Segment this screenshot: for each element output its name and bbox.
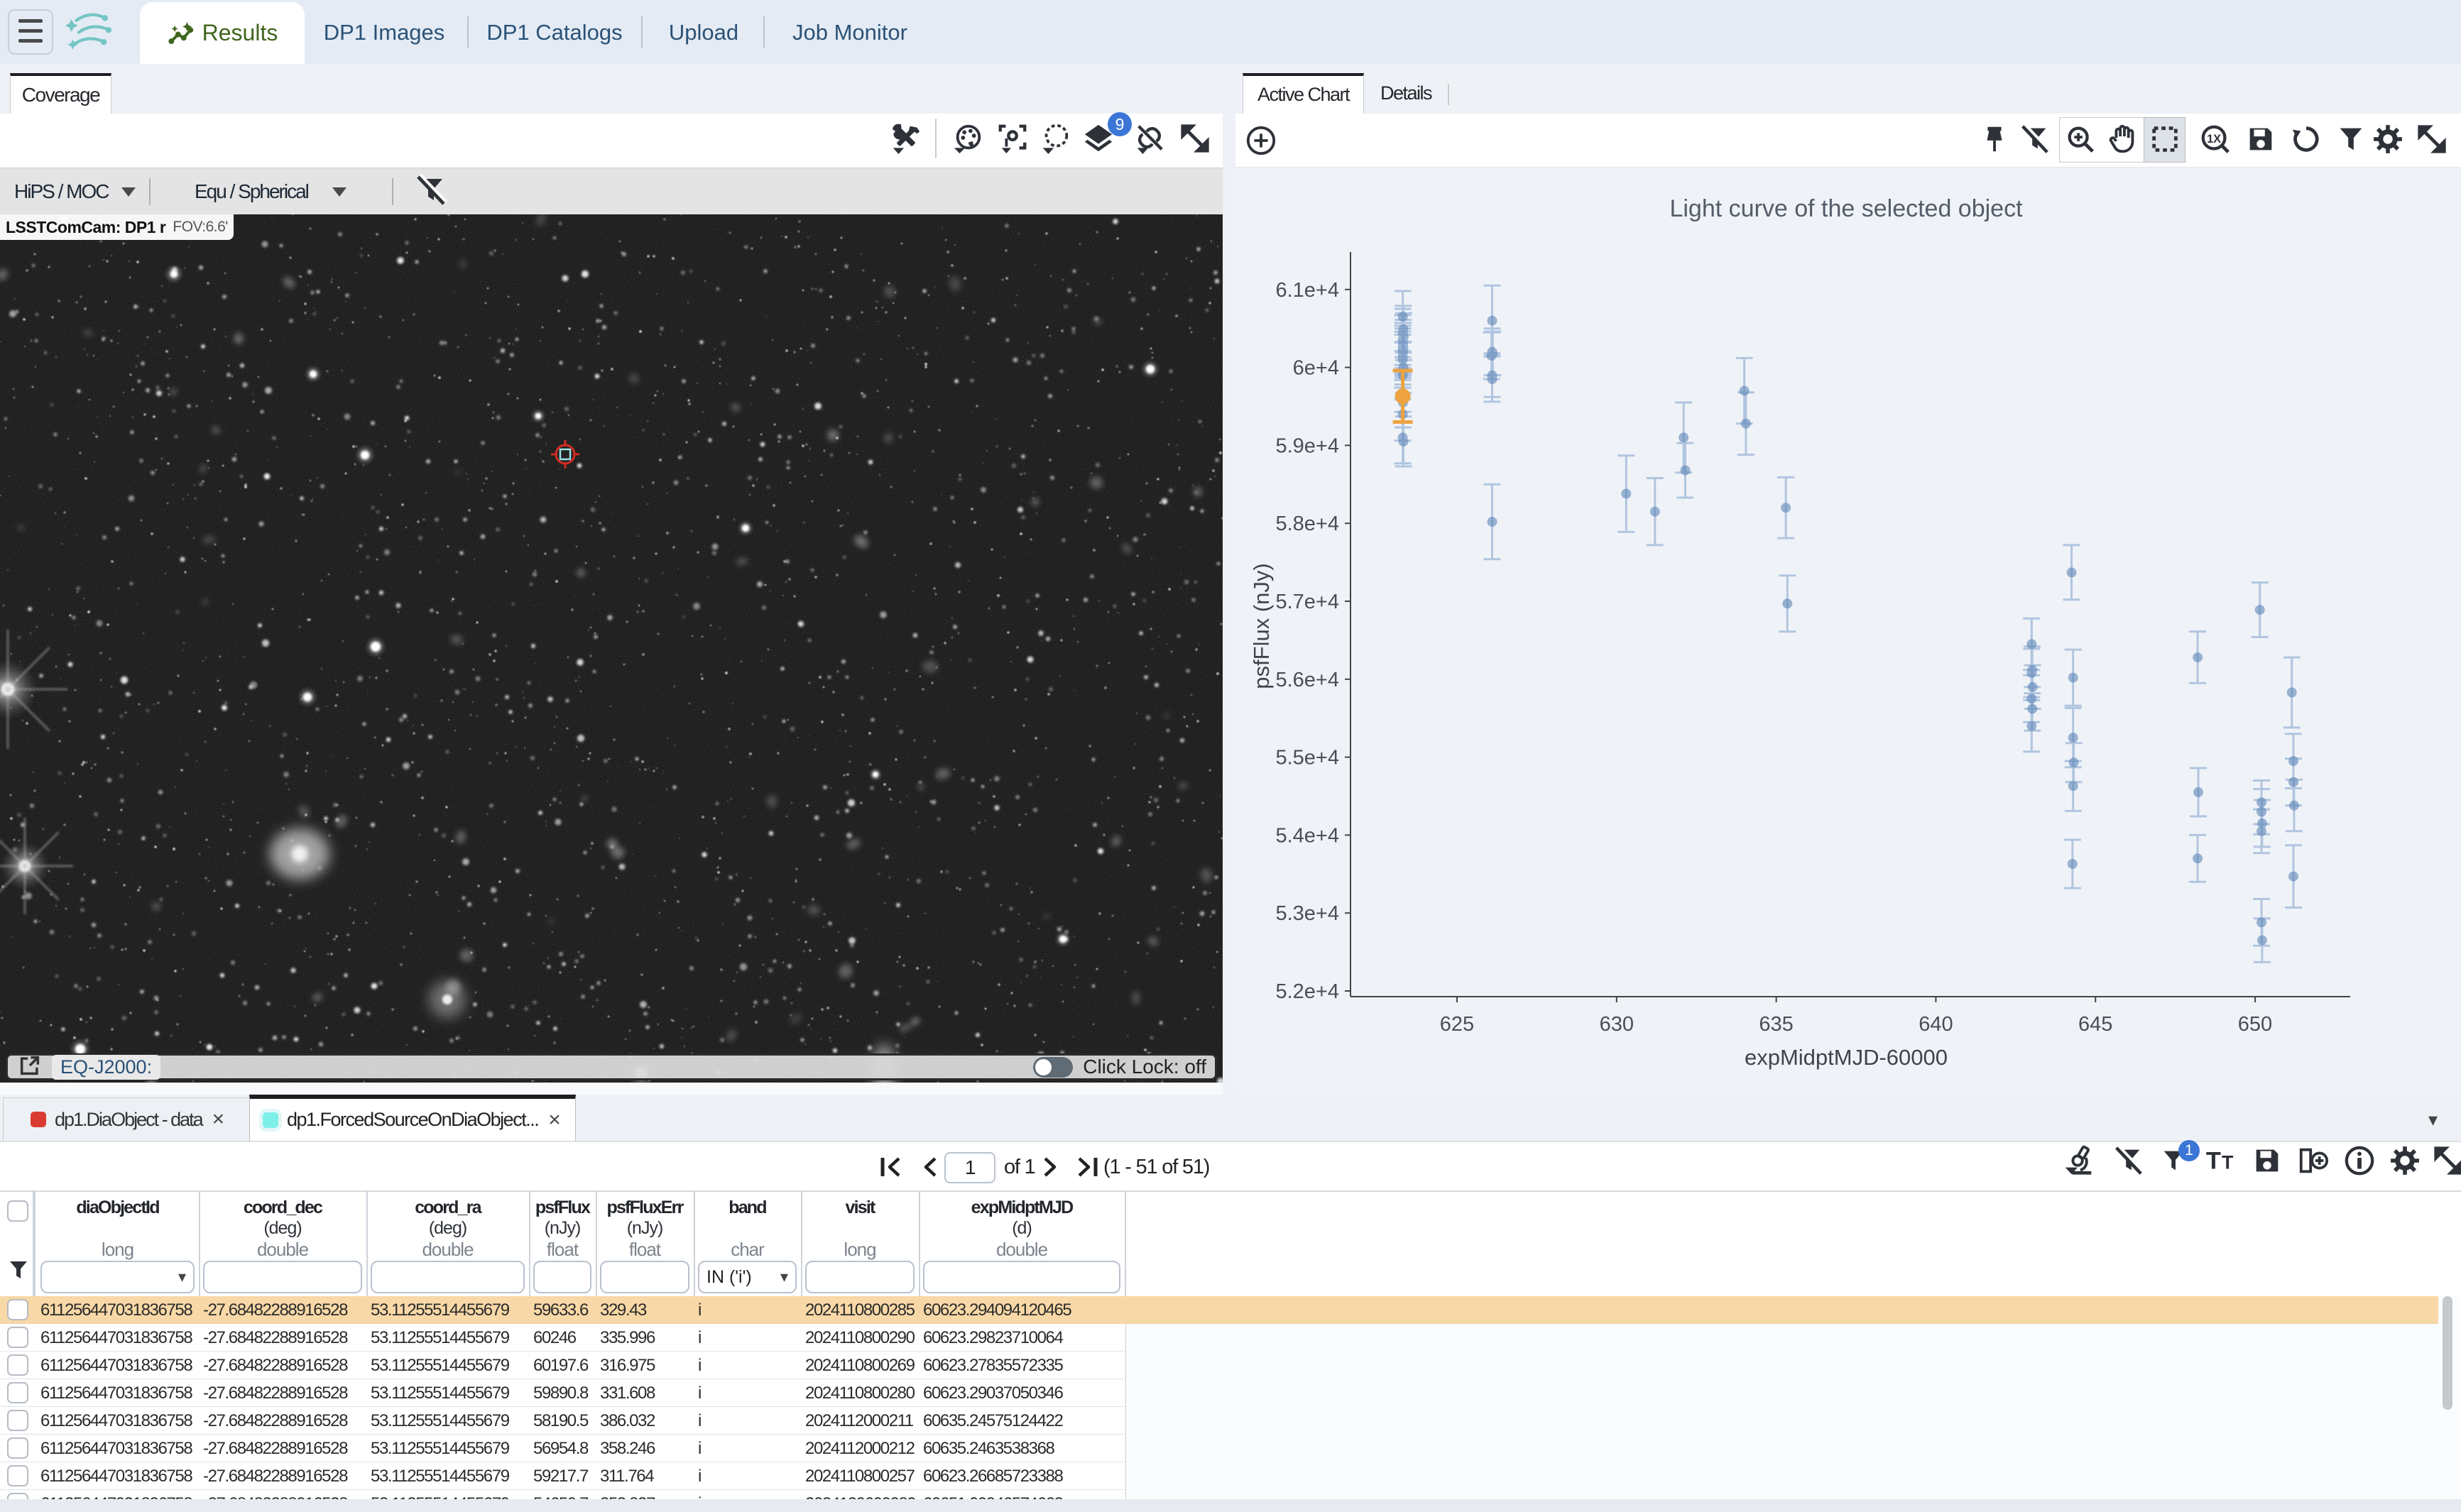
svg-text:630: 630	[1600, 1013, 1634, 1036]
svg-text:5.5e+4: 5.5e+4	[1275, 747, 1339, 769]
svg-text:5.9e+4: 5.9e+4	[1275, 434, 1339, 457]
svg-text:625: 625	[1440, 1013, 1474, 1036]
svg-text:5.8e+4: 5.8e+4	[1275, 513, 1339, 535]
svg-text:6e+4: 6e+4	[1293, 357, 1339, 380]
svg-text:6.1e+4: 6.1e+4	[1275, 279, 1339, 302]
svg-text:5.3e+4: 5.3e+4	[1275, 902, 1339, 925]
svg-text:1X: 1X	[2207, 133, 2221, 146]
svg-text:T: T	[2206, 1148, 2221, 1175]
svg-text:650: 650	[2238, 1013, 2272, 1036]
svg-text:635: 635	[1759, 1013, 1793, 1036]
svg-text:5.7e+4: 5.7e+4	[1275, 591, 1339, 613]
svg-text:5.6e+4: 5.6e+4	[1275, 669, 1339, 691]
svg-text:expMidptMJD-60000: expMidptMJD-60000	[1745, 1045, 1948, 1070]
svg-text:T: T	[2222, 1152, 2234, 1173]
svg-text:Light curve of the selected ob: Light curve of the selected object	[1669, 195, 2023, 222]
svg-text:640: 640	[1919, 1013, 1953, 1036]
svg-text:5.2e+4: 5.2e+4	[1275, 980, 1339, 1003]
svg-text:5.4e+4: 5.4e+4	[1275, 824, 1339, 847]
svg-text:psfFlux (nJy): psfFlux (nJy)	[1249, 563, 1274, 689]
svg-text:645: 645	[2078, 1013, 2112, 1036]
